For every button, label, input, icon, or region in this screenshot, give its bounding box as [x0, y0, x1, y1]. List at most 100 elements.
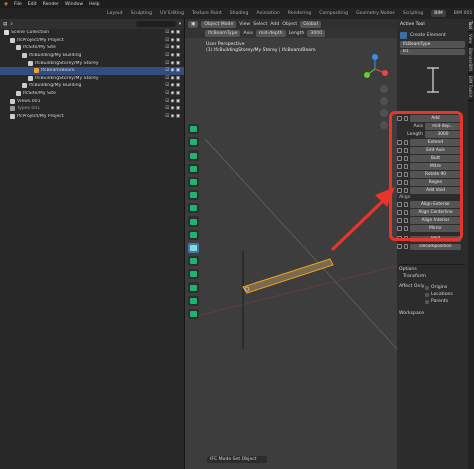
menu-window[interactable]: Window — [65, 2, 83, 7]
visibility-icons[interactable]: ☑ ◉ ▣ — [165, 38, 180, 43]
tool-action-button[interactable]: Butt — [410, 155, 461, 162]
type-value-dropdown[interactable]: B1 — [400, 48, 465, 55]
tool-button[interactable] — [188, 190, 199, 201]
tool-action-button[interactable]: Edit Axis — [410, 147, 461, 154]
tool-action-button[interactable]: Decomposition — [410, 243, 461, 250]
tool-action-button[interactable]: Mirror — [410, 225, 461, 232]
tab-sculpting[interactable]: Sculpting — [131, 11, 152, 16]
tool-action-button[interactable]: Align Centerline — [410, 209, 461, 216]
tab-layout[interactable]: Layout — [107, 11, 123, 16]
tab-scripting[interactable]: Scripting — [403, 11, 423, 16]
outliner-row[interactable]: IfcBuildingStorey/My Storey ☑ ◉ ▣ — [0, 59, 184, 67]
tool-icon — [190, 218, 197, 225]
tool-button[interactable] — [188, 150, 199, 161]
visibility-icons[interactable]: ☑ ◉ ▣ — [165, 30, 180, 35]
tool-button[interactable] — [188, 216, 199, 227]
tool-button[interactable] — [188, 176, 199, 188]
outliner-row[interactable]: IfcBuilding/My Building ☑ ◉ ▣ — [0, 82, 184, 90]
visibility-icons[interactable]: ☑ ◉ ▣ — [165, 83, 180, 88]
tab-bim-001[interactable]: BIM 001 — [454, 11, 473, 16]
outliner-row[interactable]: IfcBuilding/My Building ☑ ◉ ▣ — [0, 52, 184, 60]
checkbox[interactable] — [425, 299, 429, 304]
outliner-row[interactable]: IfcBeam/Beam ☑ ◉ ▣ — [0, 66, 184, 75]
a-key-icon — [403, 115, 408, 121]
blender-logo-icon[interactable]: ◉ — [4, 2, 8, 7]
filter-icon[interactable]: ⌕ — [10, 21, 13, 27]
visibility-icons[interactable]: ☑ ◉ ▣ — [165, 45, 180, 50]
checkbox-row[interactable]: Locations — [425, 291, 453, 298]
tab-bim-toolkit[interactable]: BIM Toolkit — [468, 74, 473, 101]
tab-geometry-nodes[interactable]: Geometry Nodes — [356, 11, 395, 16]
visibility-icons[interactable]: ☑ ◉ ▣ — [165, 114, 180, 119]
outliner-row[interactable]: Scene Collection ☑ ◉ ▣ — [0, 29, 184, 37]
axis-dropdown[interactable]: mid-dep... — [425, 123, 461, 130]
visibility-icons[interactable]: ☑ ◉ ▣ — [165, 53, 180, 58]
visibility-icons[interactable]: ☑ ◉ ▣ — [165, 68, 180, 73]
tool-button[interactable] — [188, 203, 199, 214]
collection-icon — [22, 83, 27, 89]
tool-button[interactable] — [188, 137, 199, 148]
tool-button[interactable] — [188, 308, 199, 320]
workspace-panel-header[interactable]: Workspace — [399, 311, 465, 319]
outliner-row[interactable]: IfcSite/My Site ☑ ◉ ▣ — [0, 90, 184, 98]
checkbox[interactable] — [425, 292, 429, 297]
ifc-type-dropdown[interactable]: IfcBeamType — [400, 41, 465, 48]
tool-button[interactable] — [188, 242, 199, 254]
visibility-icons[interactable]: ☑ ◉ ▣ — [165, 106, 180, 111]
tab-view[interactable]: View — [468, 32, 473, 47]
outliner-row[interactable]: IfcSite/My Site ☑ ◉ ▣ — [0, 44, 184, 52]
menu-render[interactable]: Render — [43, 2, 59, 7]
tab-blenderbim[interactable]: BlenderBIM — [468, 46, 473, 75]
tool-action-button[interactable]: Mitre — [410, 163, 461, 170]
transform-subpanel[interactable]: Transform — [399, 274, 465, 282]
menu-file[interactable]: File — [14, 2, 22, 7]
tool-button[interactable] — [188, 282, 199, 293]
tab-texture-paint[interactable]: Texture Paint — [192, 11, 222, 16]
length-input[interactable]: 3000 — [425, 131, 461, 138]
outliner-row[interactable]: Views.001 ☑ ◉ ▣ — [0, 97, 184, 105]
tool-button[interactable] — [188, 229, 199, 240]
tool-action-button[interactable]: Void — [410, 235, 461, 242]
tool-action-button[interactable]: Rotate 90 — [410, 171, 461, 178]
visibility-icons[interactable]: ☑ ◉ ▣ — [165, 61, 180, 66]
checkbox-row[interactable]: Origins — [425, 284, 453, 291]
tab-uv-editing[interactable]: UV Editing — [160, 11, 184, 16]
tool-button[interactable] — [188, 163, 199, 174]
visibility-icons[interactable]: ☑ ◉ ▣ — [165, 99, 180, 104]
tool-button[interactable] — [188, 256, 199, 267]
tab-bim[interactable]: BIM — [431, 10, 446, 17]
tool-button[interactable] — [188, 124, 199, 135]
tool-action-button[interactable]: Align Exterior — [410, 201, 461, 208]
menu-edit[interactable]: Edit — [28, 2, 37, 7]
visibility-icons[interactable]: ☑ ◉ ▣ — [165, 76, 180, 81]
tool-button[interactable] — [188, 269, 199, 280]
add-button[interactable]: Add — [410, 115, 461, 122]
collection-icon — [4, 30, 9, 36]
tool-action-button[interactable]: Regen — [410, 179, 461, 186]
active-tool-header[interactable]: Active Tool — [400, 22, 465, 29]
checkbox-row[interactable]: Parents — [425, 298, 453, 305]
checkbox[interactable] — [425, 285, 429, 290]
outliner-search-input[interactable] — [135, 21, 176, 27]
tool-button[interactable] — [188, 295, 199, 306]
visibility-icons[interactable]: ☑ ◉ ▣ — [165, 91, 180, 96]
menu-help[interactable]: Help — [89, 2, 99, 7]
length-label: Length — [407, 131, 423, 137]
tab-tool[interactable]: Tool — [468, 19, 473, 32]
tab-animation[interactable]: Animation — [256, 11, 279, 16]
beam-tool-buttons: Extend Edit Axis Butt Mitre Rotate 90 Regen Ad… — [397, 139, 461, 194]
tool-action-button[interactable]: Align Interior — [410, 217, 461, 224]
editor-type-icon[interactable]: ▤ — [3, 22, 7, 27]
tab-rendering[interactable]: Rendering — [288, 11, 311, 16]
tool-action-button[interactable]: Extend — [410, 139, 461, 146]
tab-compositing[interactable]: Compositing — [319, 11, 348, 16]
tab-shading[interactable]: Shading — [230, 11, 249, 16]
outliner-row[interactable]: IfcProject/My Project ☑ ◉ ▣ — [0, 113, 184, 121]
outliner-row[interactable]: IfcProject/My Project ☑ ◉ ▣ — [0, 37, 184, 45]
options-panel-header[interactable]: Options — [399, 264, 465, 272]
outliner-row[interactable]: Types.001 ☑ ◉ ▣ — [0, 105, 184, 113]
tool-action-button[interactable]: Add Void — [410, 187, 461, 194]
collection-icon — [28, 75, 33, 81]
outliner-row[interactable]: IfcBuildingStorey/My Storey ☑ ◉ ▣ — [0, 75, 184, 83]
funnel-icon[interactable]: ▾ — [179, 22, 181, 27]
